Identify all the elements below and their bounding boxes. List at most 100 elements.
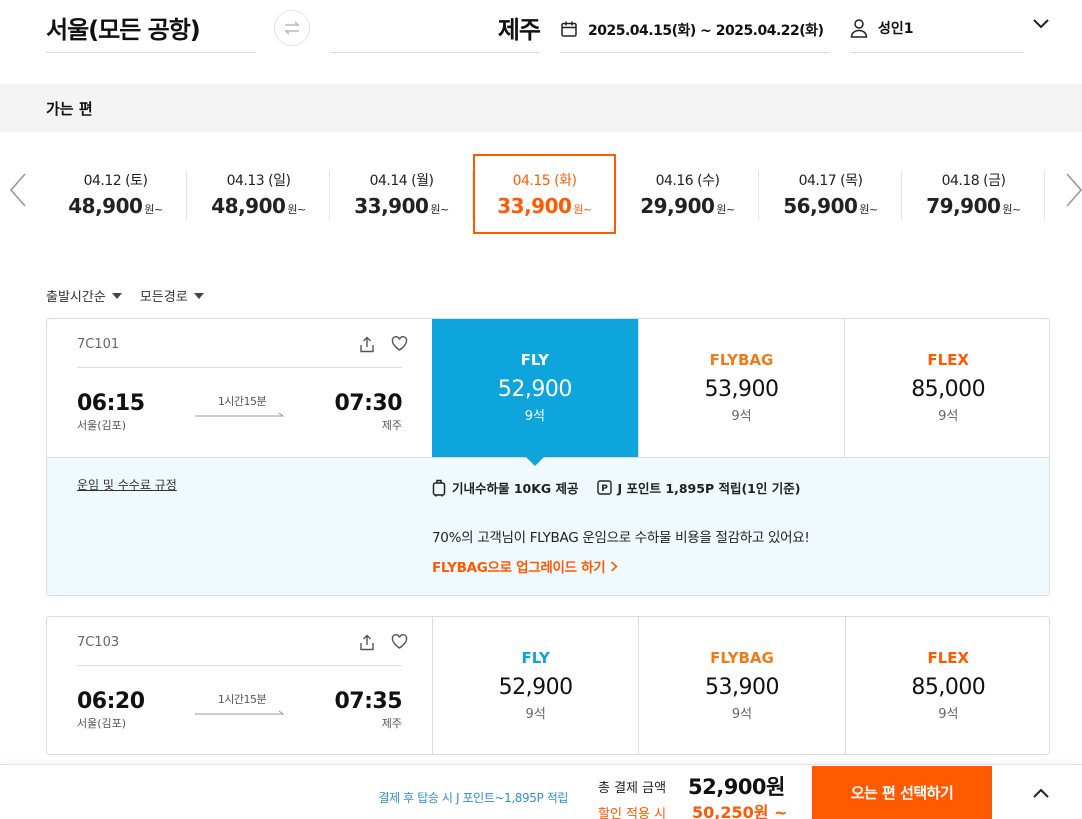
sort-dropdown[interactable]: 출발시간순 xyxy=(46,286,122,305)
caret-down-icon xyxy=(111,292,122,299)
route-dropdown[interactable]: 모든경로 xyxy=(140,286,204,305)
date-label: 04.16 (수) xyxy=(655,173,720,189)
date-option[interactable]: 04.17 (목) 56,900 원~ xyxy=(759,154,902,234)
heart-icon[interactable] xyxy=(391,336,408,351)
fare-name: FLEX xyxy=(927,351,969,369)
flight-duration: 1시간15분 xyxy=(217,693,267,706)
chevron-right-icon[interactable] xyxy=(1064,170,1082,210)
fare-seats: 9석 xyxy=(525,707,546,722)
fare-options: FLY 52,900 9석 FLYBAG 53,900 9석 FLEX 85,0… xyxy=(432,617,1049,754)
passenger-field[interactable]: 성인1 xyxy=(850,10,1024,53)
share-icon[interactable] xyxy=(359,336,375,353)
fare-flex[interactable]: FLEX 85,000 9석 xyxy=(844,617,1049,754)
date-option-selected[interactable]: 04.15 (화) 33,900 원~ xyxy=(473,154,616,234)
date-label: 04.17 (목) xyxy=(798,173,863,189)
flight-card: 7C101 06:15 서울(김포) 1시간15분 07:30 제주 FLY 5… xyxy=(46,318,1050,596)
fare-name: FLYBAG xyxy=(709,351,774,369)
fare-fly[interactable]: FLY 52,900 9석 xyxy=(432,319,638,466)
date-range: 2025.04.15(화) ~ 2025.04.22(화) xyxy=(588,23,824,39)
svg-text:P: P xyxy=(601,484,608,494)
divider xyxy=(77,665,402,666)
points-text: J 포인트 1,895P 적립(1인 기준) xyxy=(617,481,801,496)
date-carousel: 04.12 (토) 48,900 원~ 04.13 (일) 48,900 원~ 04… xyxy=(0,140,1082,250)
fare-rules-link[interactable]: 운임 및 수수료 규정 xyxy=(77,476,177,493)
discount-label: 할인 적용 시 xyxy=(598,807,667,819)
date-option[interactable]: 04.13 (일) 48,900 원~ xyxy=(187,154,330,234)
flight-number: 7C101 xyxy=(77,337,120,352)
fare-name: FLYBAG xyxy=(710,649,774,667)
fare-seats: 9석 xyxy=(938,409,959,424)
fare-price: 53,900 xyxy=(704,377,779,402)
date-price: 79,900 원~ xyxy=(926,194,1021,218)
person-icon xyxy=(850,19,868,38)
date-label: 04.18 (금) xyxy=(941,173,1006,189)
fare-price: 52,900 xyxy=(498,675,573,700)
caret-down-icon xyxy=(193,292,204,299)
flight-card: 7C103 06:20 서울(김포) 1시간15분 07:35 제주 FLY 5… xyxy=(46,616,1050,755)
fare-price: 85,000 xyxy=(911,675,986,700)
fare-price: 85,000 xyxy=(911,377,986,402)
fare-flex[interactable]: FLEX 85,000 9석 xyxy=(844,319,1049,457)
flight-info: 7C103 06:20 서울(김포) 1시간15분 07:35 제주 xyxy=(47,617,432,754)
divider xyxy=(77,367,402,368)
fare-detail-panel: 운임 및 수수료 규정 기내수하물 10KG 제공 P J 포인트 1,895P… xyxy=(47,457,1049,595)
route-arrow-icon xyxy=(195,412,285,417)
date-option[interactable]: 04.12 (토) 48,900 원~ xyxy=(44,154,187,234)
chevron-left-icon[interactable] xyxy=(8,170,28,210)
date-label: 04.15 (화) xyxy=(512,173,577,189)
date-option[interactable]: 04.18 (금) 79,900 원~ xyxy=(902,154,1045,234)
baggage-perk: 기내수하물 10KG 제공 xyxy=(432,478,579,497)
route-label: 모든경로 xyxy=(139,290,188,305)
fare-fly[interactable]: FLY 52,900 9석 xyxy=(432,617,638,754)
fare-name: FLEX xyxy=(927,649,970,667)
fare-flybag[interactable]: FLYBAG 53,900 9석 xyxy=(638,617,844,754)
fare-name: FLY xyxy=(520,351,549,369)
chevron-down-icon[interactable] xyxy=(1032,18,1050,30)
points-icon: P xyxy=(596,480,612,495)
fare-price: 53,900 xyxy=(705,675,779,700)
date-field[interactable]: 2025.04.15(화) ~ 2025.04.22(화) xyxy=(560,10,830,53)
chevron-right-icon xyxy=(610,561,618,572)
arrival-airport: 제주 xyxy=(381,717,402,730)
discount-price: 50,250원 ~ xyxy=(692,803,788,819)
share-icon[interactable] xyxy=(359,634,375,651)
total-label: 총 결제 금액 xyxy=(598,781,667,796)
upgrade-link[interactable]: FLYBAG으로 업그레이드 하기 xyxy=(432,556,618,576)
points-earn-text: 결제 후 탑승 시 J 포인트~1,895P 적립 xyxy=(378,791,568,805)
origin-field[interactable]: 서울(모든 공항) xyxy=(46,10,256,53)
date-price: 29,900 원~ xyxy=(640,194,735,218)
destination-field[interactable]: 제주 xyxy=(330,10,541,53)
date-label: 04.13 (일) xyxy=(226,173,291,189)
date-price: 33,900 원~ xyxy=(497,194,592,218)
fare-options: FLY 52,900 9석 FLYBAG 53,900 9석 FLEX 85,0… xyxy=(432,319,1049,466)
arrival-airport: 제주 xyxy=(381,419,402,432)
luggage-icon xyxy=(432,479,446,496)
fare-flybag[interactable]: FLYBAG 53,900 9석 xyxy=(637,319,845,457)
swap-button[interactable] xyxy=(274,10,310,46)
promo-text: 70%의 고객님이 FLYBAG 운임으로 수하물 비용을 절감하고 있어요! xyxy=(432,530,810,546)
search-bar: 서울(모든 공항) 제주 2025.04.15(화) ~ 2025.04.22(… xyxy=(0,0,1082,84)
date-option[interactable]: 04.14 (월) 33,900 원~ xyxy=(330,154,473,234)
departure-time: 06:20 xyxy=(77,689,145,714)
fare-perks: 기내수하물 10KG 제공 P J 포인트 1,895P 적립(1인 기준) xyxy=(432,478,800,497)
departure-airport: 서울(김포) xyxy=(77,717,127,730)
baggage-text: 기내수하물 10KG 제공 xyxy=(452,481,579,496)
select-return-button[interactable]: 오는 편 선택하기 xyxy=(812,766,992,819)
section-header: 가는 편 xyxy=(0,84,1082,132)
date-label: 04.14 (월) xyxy=(369,173,434,189)
heart-icon[interactable] xyxy=(391,634,408,649)
date-price: 48,900 원~ xyxy=(68,194,163,218)
fare-seats: 9석 xyxy=(938,707,959,722)
chevron-up-icon[interactable] xyxy=(1032,787,1050,799)
fare-seats: 9석 xyxy=(731,707,753,722)
arrival-time: 07:30 xyxy=(334,391,402,416)
date-option[interactable]: 04.16 (수) 29,900 원~ xyxy=(616,154,759,234)
date-label: 04.12 (토) xyxy=(83,173,148,189)
total-price: 52,900원 xyxy=(688,775,785,799)
arrival-time: 07:35 xyxy=(334,689,402,714)
sort-label: 출발시간순 xyxy=(46,290,106,305)
section-title: 가는 편 xyxy=(46,100,93,118)
sort-filters: 출발시간순 모든경로 xyxy=(46,286,204,305)
date-price: 48,900 원~ xyxy=(211,194,306,218)
date-price: 56,900 원~ xyxy=(783,194,878,218)
